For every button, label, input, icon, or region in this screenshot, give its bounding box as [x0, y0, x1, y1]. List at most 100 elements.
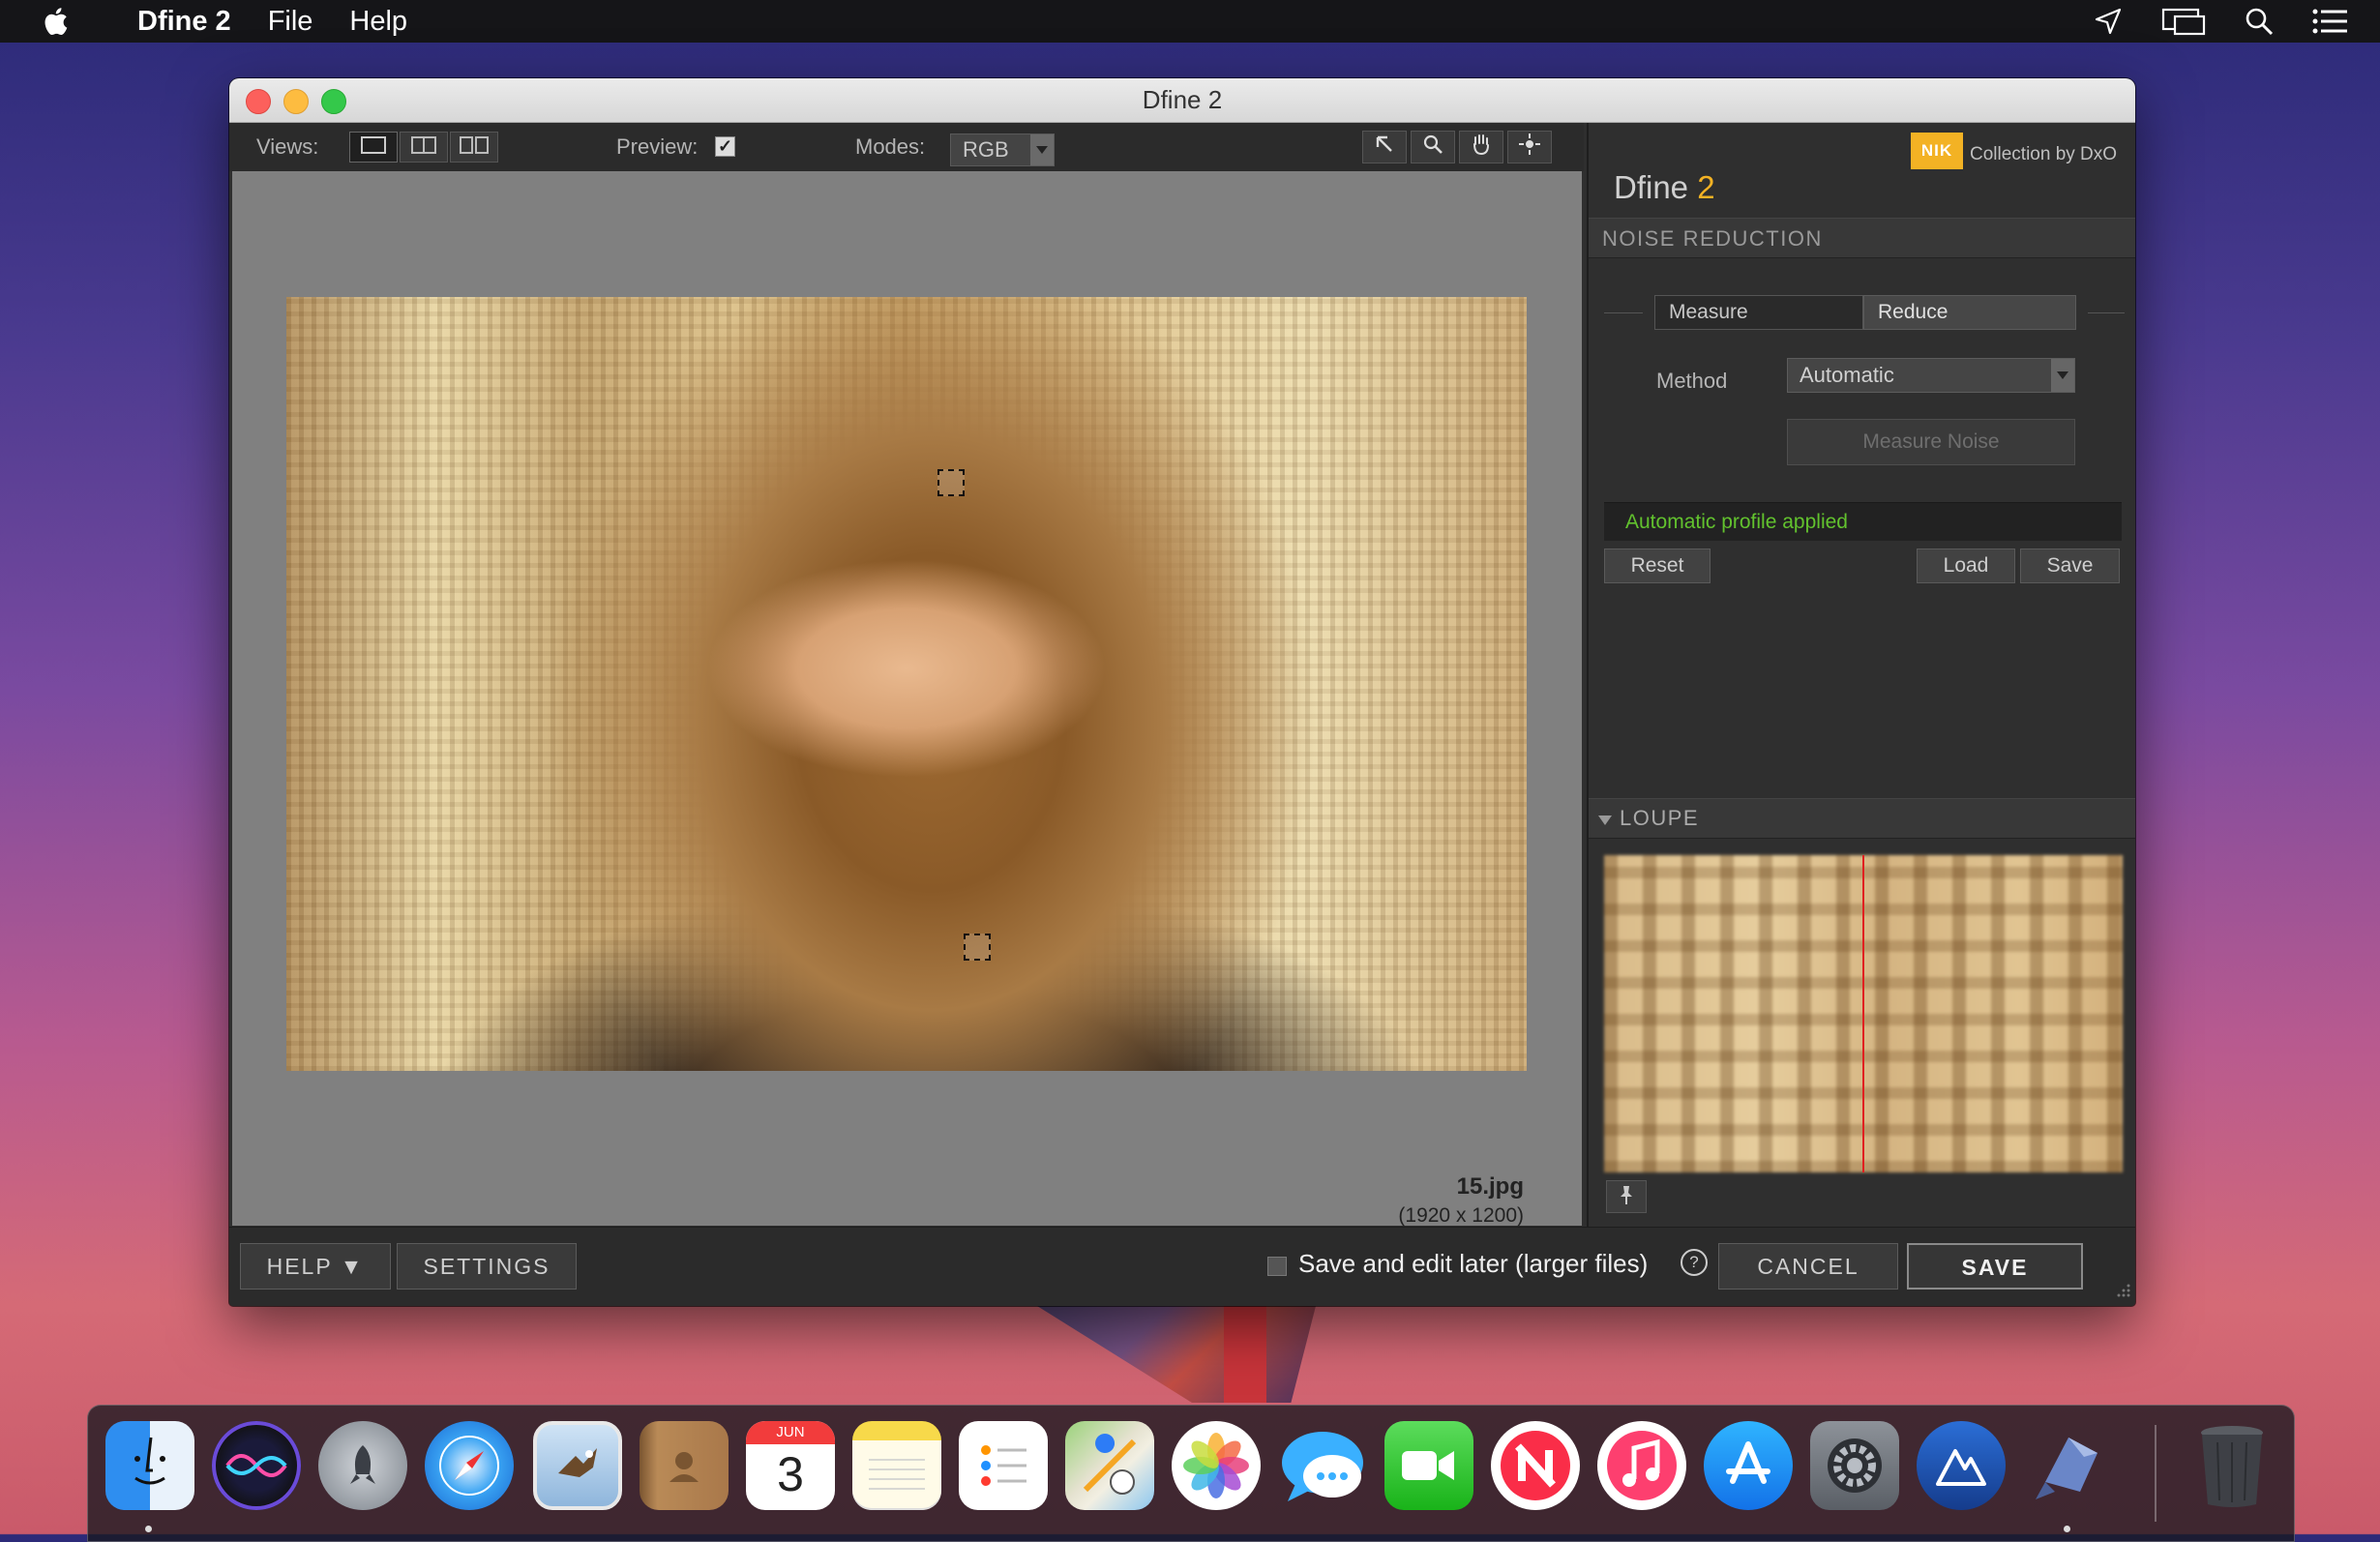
calendar-icon[interactable]: JUN 3 — [746, 1421, 835, 1510]
dock-separator — [2155, 1425, 2157, 1522]
file-name: 15.jpg — [1456, 1173, 1524, 1200]
mail-icon[interactable] — [533, 1421, 622, 1510]
system-preferences-icon[interactable] — [1810, 1421, 1899, 1510]
bottom-bar: HELP ▼ SETTINGS Save and edit later (lar… — [229, 1227, 2135, 1306]
zoom-tool-button[interactable] — [1411, 131, 1455, 163]
pin-loupe-button[interactable] — [1606, 1180, 1647, 1213]
load-button[interactable]: Load — [1917, 549, 2015, 583]
background-artwork — [1037, 1306, 1316, 1403]
location-arrow-icon[interactable] — [2094, 7, 2123, 36]
save-button[interactable]: SAVE — [1907, 1243, 2083, 1290]
settings-panel: NIK Collection by DxO Dfine 2 NOISE REDU… — [1587, 123, 2135, 1227]
split-view-button[interactable] — [400, 132, 448, 163]
tab-reduce[interactable]: Reduce — [1863, 295, 2076, 330]
launchpad-icon[interactable] — [318, 1421, 407, 1510]
dfine-app-icon[interactable] — [2023, 1421, 2112, 1510]
trash-icon[interactable] — [2187, 1421, 2276, 1510]
nik-logo: NIK — [1911, 133, 1963, 169]
menu-file[interactable]: File — [268, 6, 313, 38]
chevron-down-icon — [2051, 359, 2074, 392]
modes-select[interactable]: RGB — [950, 133, 1055, 166]
profile-status-text: Automatic profile applied — [1604, 502, 2122, 541]
method-label: Method — [1656, 369, 1728, 393]
arrow-pointer-icon — [1374, 133, 1395, 161]
dock: JUN 3 — [87, 1405, 2295, 1542]
save-edit-later-label[interactable]: Save and edit later (larger files) — [1298, 1249, 1648, 1279]
side-by-side-view-icon — [460, 134, 489, 160]
disclosure-triangle-icon — [1598, 798, 1612, 839]
reminders-icon[interactable] — [959, 1421, 1048, 1510]
running-indicator — [2064, 1526, 2070, 1532]
finder-icon[interactable] — [105, 1421, 194, 1510]
spotlight-search-icon[interactable] — [2245, 7, 2274, 36]
help-question-icon[interactable]: ? — [1681, 1249, 1708, 1276]
news-icon[interactable] — [1491, 1421, 1580, 1510]
collection-by-dxo-label: Collection by DxO — [1970, 144, 2118, 164]
hand-icon — [1471, 133, 1492, 162]
method-select[interactable]: Automatic — [1787, 358, 2075, 393]
tab-measure[interactable]: Measure — [1654, 295, 1863, 330]
affinity-icon[interactable] — [1917, 1421, 2006, 1510]
preview-label: Preview: — [616, 134, 699, 159]
title-bar[interactable]: Dfine 2 — [229, 78, 2135, 123]
menu-bar: Dfine 2 File Help — [0, 0, 2380, 43]
file-info: 15.jpg (1920 x 1200) — [1398, 1173, 1524, 1228]
select-tool-button[interactable] — [1362, 131, 1407, 163]
modes-label: Modes: — [855, 134, 926, 159]
product-name: Dfine — [1614, 169, 1689, 205]
method-value: Automatic — [1800, 363, 1894, 387]
siri-icon[interactable] — [212, 1421, 301, 1510]
help-menu-button[interactable]: HELP ▼ — [240, 1243, 391, 1290]
notes-icon[interactable] — [852, 1421, 941, 1510]
divider — [1604, 312, 1643, 313]
preview-toolbar: Views: Preview: ✓ Modes: RGB — [229, 123, 1584, 171]
file-dimensions: (1920 x 1200) — [1398, 1204, 1524, 1227]
menu-app-name[interactable]: Dfine 2 — [137, 6, 231, 38]
apple-icon[interactable] — [39, 4, 72, 39]
save-profile-button[interactable]: Save — [2020, 549, 2120, 583]
resize-grip-icon[interactable] — [2112, 1279, 2131, 1303]
messages-icon[interactable] — [1278, 1421, 1367, 1510]
control-point-icon — [1518, 133, 1541, 162]
photos-icon[interactable] — [1172, 1421, 1261, 1510]
hand-tool-button[interactable] — [1459, 131, 1503, 163]
measure-point-marker[interactable] — [964, 934, 991, 961]
notification-list-icon[interactable] — [2312, 9, 2347, 34]
menu-help[interactable]: Help — [349, 6, 407, 38]
magnifier-icon — [1422, 133, 1443, 161]
preview-checkbox[interactable]: ✓ — [715, 136, 735, 157]
background-artwork-stem — [1224, 1306, 1266, 1403]
pin-icon — [1617, 1184, 1636, 1210]
dfine-window: Dfine 2 Views: Preview: ✓ Modes: RGB 15.… — [229, 78, 2135, 1306]
calendar-month: JUN — [746, 1421, 835, 1444]
reset-button[interactable]: Reset — [1604, 549, 1711, 583]
maps-icon[interactable] — [1065, 1421, 1154, 1510]
save-edit-later-checkbox[interactable] — [1267, 1257, 1287, 1276]
side-by-side-view-button[interactable] — [450, 132, 498, 163]
loupe-title: LOUPE — [1620, 806, 1700, 830]
product-title: Dfine 2 — [1614, 169, 1715, 206]
noise-reduction-header: NOISE REDUCTION — [1589, 218, 2135, 258]
views-label: Views: — [256, 134, 319, 159]
modes-value: RGB — [963, 137, 1009, 162]
settings-button[interactable]: SETTINGS — [397, 1243, 577, 1290]
cancel-button[interactable]: CANCEL — [1718, 1243, 1898, 1290]
control-point-tool-button[interactable] — [1507, 131, 1552, 163]
divider — [2088, 312, 2125, 313]
preview-image[interactable] — [286, 297, 1527, 1071]
image-canvas[interactable]: 15.jpg (1920 x 1200) — [232, 171, 1582, 1228]
loupe-header[interactable]: LOUPE — [1589, 798, 2135, 839]
contacts-icon[interactable] — [640, 1421, 729, 1510]
product-version: 2 — [1697, 169, 1715, 205]
calendar-day: 3 — [777, 1447, 804, 1501]
app-store-icon[interactable] — [1704, 1421, 1793, 1510]
window-title: Dfine 2 — [1142, 85, 1223, 114]
safari-icon[interactable] — [425, 1421, 514, 1510]
facetime-icon[interactable] — [1384, 1421, 1473, 1510]
single-view-icon — [361, 134, 386, 160]
music-icon[interactable] — [1597, 1421, 1686, 1510]
single-view-button[interactable] — [349, 132, 398, 163]
measure-point-marker[interactable] — [937, 469, 965, 496]
display-mirroring-icon[interactable] — [2161, 7, 2206, 36]
measure-noise-button[interactable]: Measure Noise — [1787, 419, 2075, 465]
